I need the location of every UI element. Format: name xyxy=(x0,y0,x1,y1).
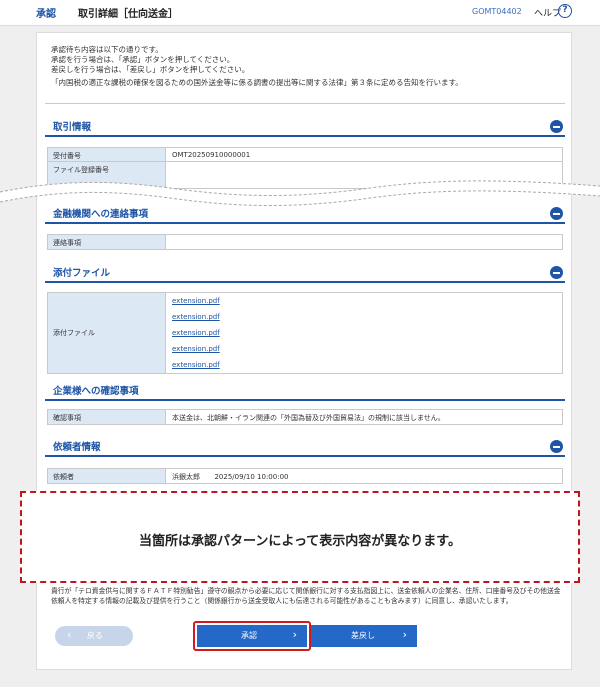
requester-name: 浜銀太郎 xyxy=(172,473,200,481)
row-label: 連絡事項 xyxy=(48,235,166,249)
help-icon[interactable]: ? xyxy=(558,4,572,18)
row-value: 浜銀太郎 2025/09/10 10:00:00 xyxy=(166,469,562,483)
intro-text: 承認待ち内容は以下の通りです。 承認を行う場合は、「承認」ボタンを押してください… xyxy=(51,45,463,88)
attachment-link[interactable]: extension.pdf xyxy=(172,341,556,357)
chevron-left-icon: ‹ xyxy=(67,628,72,641)
section-requester: 依頼者情報 xyxy=(45,437,565,457)
attachment-link[interactable]: extension.pdf xyxy=(172,309,556,325)
section-confirmation: 企業様への確認事項 xyxy=(45,381,565,401)
intro-line: 差戻しを行う場合は、「差戻し」ボタンを押してください。 xyxy=(51,65,250,74)
header-section: 承認 xyxy=(36,9,56,20)
header-bar: 承認 取引詳細［仕向送金］ GOMT04402 ヘルプ ? xyxy=(0,0,600,26)
section-title: 依頼者情報 xyxy=(53,442,101,453)
requester-datetime: 2025/09/10 10:00:00 xyxy=(214,473,289,481)
return-button[interactable]: 差戻し › xyxy=(311,625,417,647)
intro-line: 承認待ち内容は以下の通りです。 xyxy=(51,45,163,54)
table-row: 受付番号 OMT20250910000001 xyxy=(48,148,562,162)
chevron-right-icon: › xyxy=(402,628,407,641)
section-attachments: 添付ファイル xyxy=(45,263,565,283)
screen-code: GOMT04402 xyxy=(472,7,522,16)
section-title: 添付ファイル xyxy=(53,268,111,279)
intro-line: 「内国税の適正な課税の確保を図るための国外送金等に係る調書の提出等に関する法律」… xyxy=(51,78,463,87)
approve-button[interactable]: 承認 › xyxy=(197,625,307,647)
consent-notice: 貴行が「テロ資金供与に関するＦＡＴＦ特別勧告」遵守の観点から必要に応じて関係銀行… xyxy=(51,587,561,605)
file-list: extension.pdf extension.pdf extension.pd… xyxy=(166,293,562,373)
attachment-link[interactable]: extension.pdf xyxy=(172,357,556,373)
collapse-icon[interactable] xyxy=(550,440,563,453)
table-row: 依頼者 浜銀太郎 2025/09/10 10:00:00 xyxy=(48,469,562,483)
row-label: 添付ファイル xyxy=(48,293,166,373)
collapse-icon[interactable] xyxy=(550,120,563,133)
table-row: 確認事項 本送金は、北朝鮮・イラン関連の「外国為替及び外国貿易法」の規制に該当し… xyxy=(48,410,562,424)
omission-wave xyxy=(0,180,600,206)
collapse-icon[interactable] xyxy=(550,266,563,279)
attachments-table: 添付ファイル extension.pdf extension.pdf exten… xyxy=(47,292,563,374)
table-row: 添付ファイル extension.pdf extension.pdf exten… xyxy=(48,293,562,373)
section-title: 取引情報 xyxy=(53,122,92,133)
pattern-notice-overlay: 当箇所は承認パターンによって表示内容が異なります。 xyxy=(20,491,580,583)
row-value: OMT20250910000001 xyxy=(172,151,251,159)
help-link[interactable]: ヘルプ xyxy=(534,6,561,19)
table-row: 連絡事項 xyxy=(48,235,562,249)
row-value xyxy=(166,235,562,249)
back-button[interactable]: ‹ 戻る xyxy=(55,626,133,646)
row-label: 依頼者 xyxy=(48,469,166,483)
bank-contact-table: 連絡事項 xyxy=(47,234,563,250)
intro-line: 承認を行う場合は、「承認」ボタンを押してください。 xyxy=(51,55,235,64)
section-title: 企業様への確認事項 xyxy=(53,386,139,397)
requester-table: 依頼者 浜銀太郎 2025/09/10 10:00:00 xyxy=(47,468,563,484)
chevron-right-icon: › xyxy=(292,628,297,641)
row-label: 受付番号 xyxy=(48,148,166,161)
attachment-link[interactable]: extension.pdf xyxy=(172,293,556,309)
divider xyxy=(45,103,565,104)
page-title: 取引詳細［仕向送金］ xyxy=(78,9,178,20)
attachment-link[interactable]: extension.pdf xyxy=(172,325,556,341)
row-label: 確認事項 xyxy=(48,410,166,424)
section-transaction: 取引情報 xyxy=(45,117,565,137)
confirmation-table: 確認事項 本送金は、北朝鮮・イラン関連の「外国為替及び外国貿易法」の規制に該当し… xyxy=(47,409,563,425)
row-value: 本送金は、北朝鮮・イラン関連の「外国為替及び外国貿易法」の規制に該当しません。 xyxy=(172,414,445,422)
overlay-message: 当箇所は承認パターンによって表示内容が異なります。 xyxy=(138,534,461,549)
